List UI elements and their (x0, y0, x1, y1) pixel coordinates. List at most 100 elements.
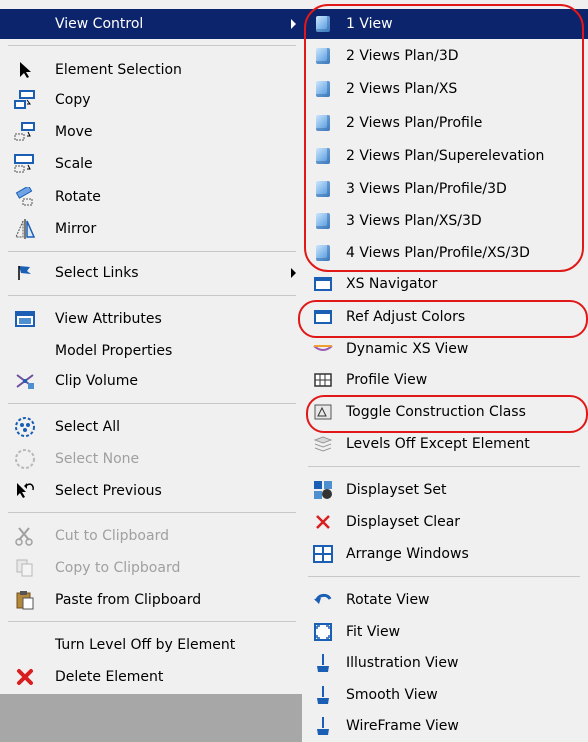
submenu-item-label: Levels Off Except Element (346, 436, 530, 452)
view-control-menu-item[interactable]: View Control (0, 9, 302, 39)
submenu-item-arrange-windows[interactable]: Arrange Windows (302, 539, 588, 569)
submenu-item-ref-adjust-colors[interactable]: Ref Adjust Colors (302, 302, 588, 332)
menu-separator (8, 621, 296, 622)
menu-item-move[interactable]: Move (0, 117, 302, 147)
submenu-item-levels-off-except-element[interactable]: Levels Off Except Element (302, 429, 588, 459)
submenu-item-displayset-set[interactable]: Displayset Set (302, 475, 588, 505)
menu-item-select-previous[interactable]: Select Previous (0, 476, 302, 506)
menu-item-delete-element[interactable]: Delete Element (0, 662, 302, 692)
submenu-item-wireframe-view[interactable]: WireFrame View (302, 711, 588, 741)
menu-separator (8, 251, 296, 252)
submenu-item-label: Ref Adjust Colors (346, 309, 466, 325)
menu-item-model-properties[interactable]: Model Properties (0, 336, 302, 366)
submenu-item-label: 3 Views Plan/XS/3D (346, 213, 482, 229)
submenu-item-3-views-plan-profile-3d[interactable]: 3 Views Plan/Profile/3D (302, 174, 588, 204)
menu-item-copy-to-clipboard[interactable]: Copy to Clipboard (0, 553, 302, 583)
submenu-item-label: Fit View (346, 624, 401, 640)
submenu-item-3-views-plan-xs-3d[interactable]: 3 Views Plan/XS/3D (302, 206, 588, 236)
view-cube-icon (312, 112, 334, 134)
submenu-item-1-view[interactable]: 1 View (302, 9, 588, 39)
submenu-item-2-views-plan-3d[interactable]: 2 Views Plan/3D (302, 41, 588, 71)
dynamic-xs-icon (312, 338, 334, 360)
submenu-item-fit-view[interactable]: Fit View (302, 617, 588, 647)
submenu-item-4-views-plan-profile-xs-3d[interactable]: 4 Views Plan/Profile/XS/3D (302, 238, 588, 268)
submenu-item-profile-view[interactable]: Profile View (302, 365, 588, 395)
menu-separator (308, 576, 580, 577)
xs-navigator-icon (312, 273, 334, 295)
view-control-submenu: 1 View 2 Views Plan/3D 2 Views Plan/XS 2… (302, 0, 588, 742)
displayset-clear-icon (312, 511, 334, 533)
view-cube-icon (312, 210, 334, 232)
menu-item-label: Scale (55, 156, 93, 172)
menu-item-mirror[interactable]: Mirror (0, 214, 302, 244)
submenu-item-displayset-clear[interactable]: Displayset Clear (302, 507, 588, 537)
menu-item-select-none[interactable]: Select None (0, 444, 302, 474)
submenu-item-label: WireFrame View (346, 718, 459, 734)
submenu-item-2-views-plan-xs[interactable]: 2 Views Plan/XS (302, 74, 588, 104)
view-cube-icon (312, 145, 334, 167)
view-cube-icon (312, 178, 334, 200)
submenu-item-rotate-view[interactable]: Rotate View (302, 585, 588, 615)
submenu-item-label: 1 View (346, 16, 393, 32)
arrow-cursor-icon (14, 59, 36, 81)
menu-item-clip-volume[interactable]: Clip Volume (0, 366, 302, 396)
submenu-item-label: 2 Views Plan/Profile (346, 115, 483, 131)
submenu-item-toggle-construction-class[interactable]: Toggle Construction Class (302, 397, 588, 427)
submenu-item-illustration-view[interactable]: Illustration View (302, 648, 588, 678)
menu-item-select-all[interactable]: Select All (0, 412, 302, 442)
menu-separator (8, 403, 296, 404)
background-area (0, 694, 302, 742)
fit-view-icon (312, 621, 334, 643)
menu-item-label: Delete Element (55, 669, 164, 685)
submenu-item-label: 3 Views Plan/Profile/3D (346, 181, 507, 197)
menu-item-turn-level-off[interactable]: Turn Level Off by Element (0, 630, 302, 660)
submenu-item-2-views-plan-profile[interactable]: 2 Views Plan/Profile (302, 108, 588, 138)
submenu-item-label: Illustration View (346, 655, 459, 671)
menu-item-paste-from-clipboard[interactable]: Paste from Clipboard (0, 585, 302, 615)
view-control-label: View Control (55, 16, 144, 32)
menu-separator (8, 512, 296, 513)
move-icon (14, 121, 36, 143)
submenu-item-dynamic-xs-view[interactable]: Dynamic XS View (302, 334, 588, 364)
menu-item-label: Select None (55, 451, 140, 467)
submenu-item-label: Smooth View (346, 687, 438, 703)
brush-icon (312, 715, 334, 737)
menu-item-label: Paste from Clipboard (55, 592, 202, 608)
view-cube-icon (312, 13, 334, 35)
menu-item-label: Rotate (55, 189, 101, 205)
menu-item-label: Copy (55, 92, 91, 108)
submenu-item-smooth-view[interactable]: Smooth View (302, 680, 588, 710)
menu-item-scale[interactable]: Scale (0, 149, 302, 179)
brush-icon (312, 652, 334, 674)
submenu-item-label: XS Navigator (346, 276, 438, 292)
view-cube-icon (312, 78, 334, 100)
select-none-icon (14, 448, 36, 470)
menu-item-cut-to-clipboard[interactable]: Cut to Clipboard (0, 521, 302, 551)
menu-item-element-selection[interactable]: Element Selection (0, 55, 302, 85)
menu-item-rotate[interactable]: Rotate (0, 182, 302, 212)
menu-item-label: View Attributes (55, 311, 162, 327)
select-previous-icon (14, 480, 36, 502)
menu-item-label: Cut to Clipboard (55, 528, 169, 544)
menu-item-label: Model Properties (55, 343, 173, 359)
scissors-icon (14, 525, 36, 547)
submenu-item-label: 4 Views Plan/Profile/XS/3D (346, 245, 530, 261)
ref-adjust-colors-icon (312, 306, 334, 328)
menu-item-copy[interactable]: Copy (0, 85, 302, 115)
rotate-icon (14, 186, 36, 208)
submenu-item-label: Rotate View (346, 592, 430, 608)
profile-grid-icon (312, 369, 334, 391)
submenu-item-label: Arrange Windows (346, 546, 469, 562)
menu-item-label: Select Previous (55, 483, 162, 499)
submenu-item-label: Displayset Set (346, 482, 447, 498)
copy-icon (14, 89, 36, 111)
menu-item-view-attributes[interactable]: View Attributes (0, 304, 302, 334)
submenu-item-2-views-plan-superelevation[interactable]: 2 Views Plan/Superelevation (302, 141, 588, 171)
displayset-set-icon (312, 479, 334, 501)
menu-item-select-links[interactable]: Select Links (0, 258, 302, 288)
view-attributes-icon (14, 308, 36, 330)
menu-item-label: Turn Level Off by Element (55, 637, 236, 653)
submenu-item-label: 2 Views Plan/XS (346, 81, 458, 97)
submenu-item-xs-navigator[interactable]: XS Navigator (302, 269, 588, 299)
menu-item-label: Copy to Clipboard (55, 560, 181, 576)
